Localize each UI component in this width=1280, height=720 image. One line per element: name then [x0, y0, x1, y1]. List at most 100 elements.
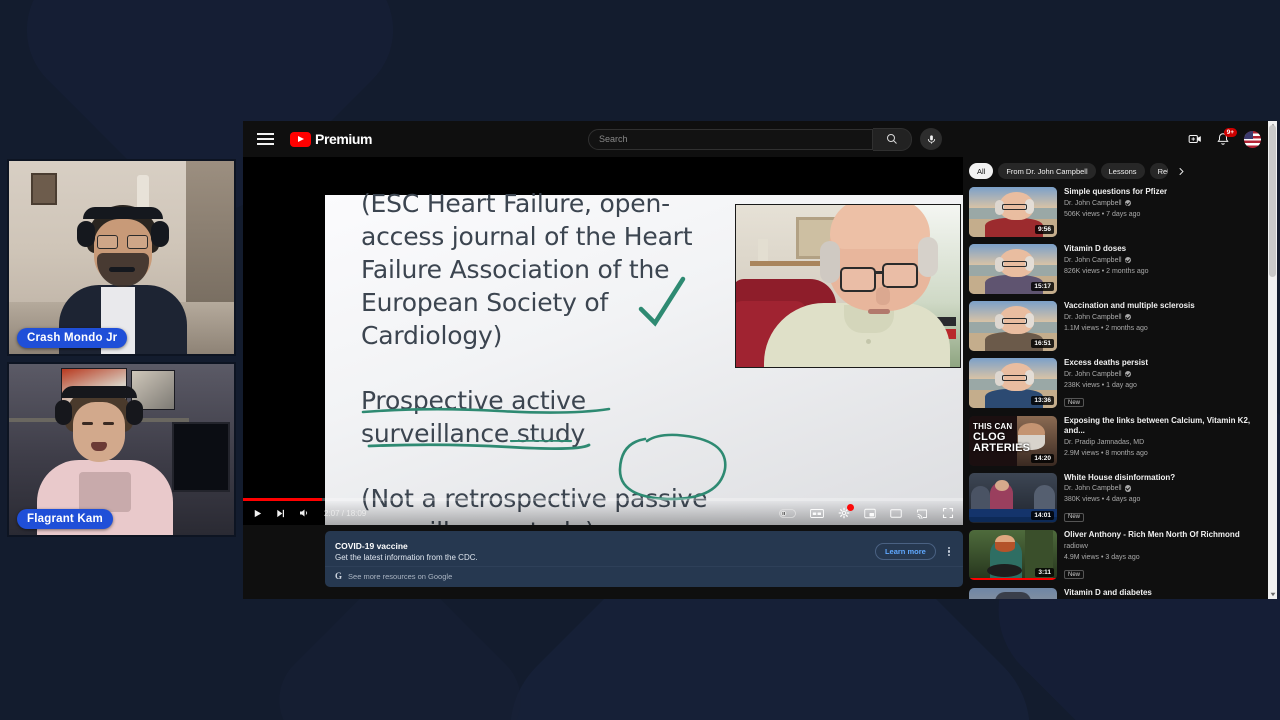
video-thumbnail[interactable]: 15:17 — [969, 244, 1057, 294]
list-item[interactable]: 3:11 Oliver Anthony - Rich Men North Of … — [969, 530, 1277, 581]
closed-captions-icon — [810, 508, 824, 518]
chevron-right-icon[interactable] — [1175, 165, 1188, 178]
play-button[interactable] — [252, 508, 263, 519]
webcam-video-feed — [9, 161, 234, 354]
list-item[interactable]: 16:51 Vaccination and multiple sclerosis… — [969, 301, 1277, 351]
list-item[interactable]: 13:36 Excess deaths persist Dr. John Cam… — [969, 358, 1277, 409]
miniplayer-button[interactable] — [864, 508, 876, 519]
next-track-icon — [277, 509, 284, 517]
list-item[interactable]: THIS CAN CLOG ARTERIES 14:20 Exposing th… — [969, 415, 1277, 466]
video-channel[interactable]: radiowv — [1064, 541, 1267, 552]
scrollbar-thumb[interactable] — [1269, 125, 1276, 277]
player-controls-right — [765, 504, 954, 519]
google-resources-link[interactable]: See more resources on Google — [348, 572, 452, 581]
fullscreen-button[interactable] — [942, 507, 954, 519]
list-item[interactable]: 14:01 White House disinformation? Dr. Jo… — [969, 472, 1277, 524]
google-logo-icon: G — [335, 571, 343, 581]
video-duration: 15:17 — [1031, 282, 1054, 291]
filter-chips: All From Dr. John Campbell Lessons Rel — [969, 163, 1277, 179]
learn-more-button[interactable]: Learn more — [874, 543, 936, 560]
video-stats: 380K views • 4 days ago — [1064, 496, 1141, 503]
video-title[interactable]: Vaccination and multiple sclerosis — [1064, 301, 1267, 312]
more-options-icon[interactable] — [945, 544, 953, 560]
video-thumbnail[interactable]: 16:51 — [969, 301, 1057, 351]
settings-button[interactable] — [838, 504, 854, 519]
create-video-button[interactable] — [1188, 132, 1202, 146]
next-video-button[interactable] — [275, 508, 286, 519]
covid-panel-bottom[interactable]: G See more resources on Google — [325, 567, 963, 585]
chip-all[interactable]: All — [969, 163, 994, 179]
channel-name: Dr. John Campbell — [1064, 313, 1122, 321]
avatar[interactable] — [1244, 130, 1261, 148]
covid-panel-top: COVID-19 vaccine Get the latest informat… — [325, 531, 963, 566]
search-input[interactable] — [599, 134, 862, 144]
autoplay-toggle[interactable] — [779, 508, 796, 519]
slide-line: Prospective active — [361, 386, 586, 415]
video-channel[interactable]: Dr. John Campbell — [1064, 483, 1267, 494]
video-thumbnail[interactable]: 13:36 — [969, 358, 1057, 408]
channel-name: Dr. John Campbell — [1064, 370, 1122, 378]
video-thumbnail[interactable]: 14:01 — [969, 472, 1057, 523]
cast-icon — [917, 509, 927, 519]
slide-line: surveillance study — [361, 419, 586, 448]
list-item[interactable]: 15:17 Vitamin D doses Dr. John Campbell … — [969, 244, 1277, 294]
video-title[interactable]: White House disinformation? — [1064, 473, 1267, 484]
verified-badge-icon — [1124, 313, 1132, 321]
video-thumbnail[interactable] — [969, 587, 1057, 599]
video-channel[interactable]: Dr. John Campbell — [1064, 312, 1267, 323]
subtitles-button[interactable] — [810, 508, 824, 519]
list-item[interactable]: Vitamin D and diabetes — [969, 587, 1277, 599]
video-meta: Excess deaths persist Dr. John Campbell … — [1064, 358, 1267, 409]
video-stats: 4.9M views • 3 days ago — [1064, 553, 1140, 561]
video-channel[interactable]: Dr. John Campbell — [1064, 255, 1267, 266]
video-channel[interactable]: Dr. John Campbell — [1064, 198, 1267, 209]
slide-line: Failure Association of the — [361, 255, 670, 284]
page-scrollbar[interactable] — [1268, 121, 1277, 599]
video-channel[interactable]: Dr. Pradip Jamnadas, MD — [1064, 437, 1267, 448]
scroll-down-arrow[interactable] — [1268, 590, 1277, 599]
video-duration: 16:51 — [1031, 339, 1054, 348]
settings-new-badge — [847, 504, 854, 511]
slide-line: European Society of — [361, 288, 609, 317]
video-title[interactable]: Exposing the links between Calcium, Vita… — [1064, 416, 1267, 437]
channel-name: Dr. John Campbell — [1064, 485, 1122, 492]
chip-from-channel[interactable]: From Dr. John Campbell — [998, 163, 1096, 179]
video-title[interactable]: Vitamin D and diabetes — [1064, 588, 1267, 599]
verified-badge-icon — [1124, 256, 1132, 264]
browser-window: Premium Search 9+ (ESC Heart Failure, op… — [243, 121, 1277, 599]
chip-lessons[interactable]: Lessons — [1100, 163, 1145, 179]
youtube-premium-logo[interactable]: Premium — [290, 131, 373, 147]
voice-search-button[interactable] — [920, 128, 942, 150]
create-video-icon — [1188, 134, 1201, 144]
video-thumbnail[interactable]: THIS CAN CLOG ARTERIES 14:20 — [969, 415, 1057, 466]
video-thumbnail[interactable]: 3:11 — [969, 530, 1057, 580]
video-title[interactable]: Simple questions for Pfizer — [1064, 187, 1267, 198]
video-player[interactable]: (ESC Heart Failure, open- access journal… — [243, 157, 963, 525]
video-thumbnail[interactable]: 9:56 — [969, 187, 1057, 237]
slide-line: Cardiology) — [361, 321, 503, 350]
chip-related[interactable]: Rel — [1149, 163, 1168, 179]
autoplay-toggle-icon — [779, 508, 796, 518]
volume-icon — [300, 509, 307, 517]
video-title[interactable]: Vitamin D doses — [1064, 244, 1267, 255]
search-box[interactable] — [588, 128, 873, 150]
webcam-panel-flagrant-kam[interactable]: Flagrant Kam — [7, 362, 236, 537]
slide-line: access journal of the Heart — [361, 222, 693, 251]
covid-panel-subtitle: Get the latest information from the CDC. — [335, 552, 478, 562]
theater-mode-button[interactable] — [890, 508, 902, 519]
video-stats: 506K views • 7 days ago — [1064, 210, 1141, 218]
video-title[interactable]: Oliver Anthony - Rich Men North Of Richm… — [1064, 530, 1267, 541]
list-item[interactable]: 9:56 Simple questions for Pfizer Dr. Joh… — [969, 187, 1277, 237]
webcam-panel-crash-mondo-jr[interactable]: Crash Mondo Jr — [7, 159, 236, 356]
cast-button[interactable] — [916, 508, 928, 519]
notifications-badge: 9+ — [1223, 128, 1237, 138]
covid-info-panel: COVID-19 vaccine Get the latest informat… — [325, 531, 963, 587]
video-channel[interactable]: Dr. John Campbell — [1064, 369, 1267, 380]
youtube-body: (ESC Heart Failure, open- access journal… — [243, 121, 1277, 599]
search-button[interactable] — [873, 127, 912, 151]
notifications-button[interactable]: 9+ — [1216, 128, 1237, 146]
video-title[interactable]: Excess deaths persist — [1064, 358, 1267, 369]
volume-button[interactable] — [298, 507, 310, 519]
hamburger-icon[interactable] — [257, 133, 274, 145]
recommendations-sidebar[interactable]: All From Dr. John Campbell Lessons Rel 9… — [963, 157, 1277, 599]
